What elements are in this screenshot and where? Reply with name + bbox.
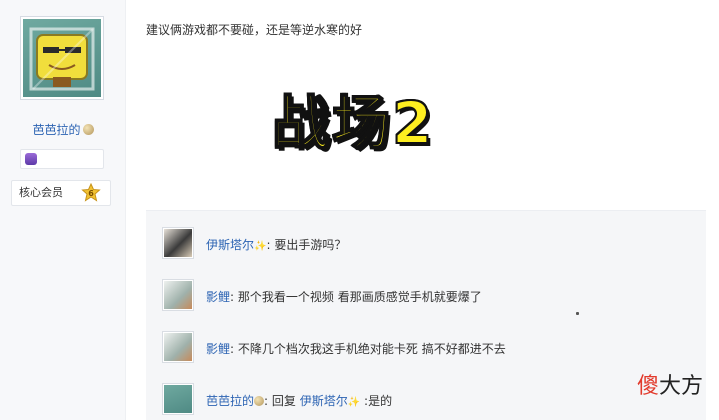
- reply-item: 影鲤: 不降几个档次我这手机绝对能卡死 搞不好都进不去: [162, 331, 692, 365]
- reply-separator: :: [266, 238, 271, 252]
- reply-avatar[interactable]: [162, 331, 194, 363]
- reply-target-username[interactable]: 伊斯塔尔: [300, 394, 348, 408]
- reply-item: 伊斯塔尔✨: 要出手游吗？: [162, 227, 692, 261]
- cursor-mark: [576, 312, 579, 315]
- reply-separator: :: [230, 342, 235, 356]
- watermark-part1: 傻: [636, 374, 659, 399]
- avatar-image: [23, 19, 101, 97]
- reply-username[interactable]: 芭芭拉的: [206, 394, 254, 408]
- reply-verb: 回复: [271, 394, 296, 408]
- reply-text: 那个我看一个视频 看那画质感觉手机就要爆了: [237, 290, 482, 304]
- sparkle-icon: ✨: [254, 241, 267, 252]
- reply-box: 伊斯塔尔✨: 要出手游吗？ 影鲤: 那个我看一个视频 看那画质感觉手机就要爆了 …: [146, 210, 706, 420]
- core-member-level-icon[interactable]: 6: [81, 182, 101, 203]
- reply-item: 影鲤: 那个我看一个视频 看那画质感觉手机就要爆了: [162, 279, 692, 313]
- level-badge-icon[interactable]: [25, 153, 37, 165]
- overlay-caption: 战场2: [271, 88, 435, 158]
- reply-username[interactable]: 影鲤: [206, 342, 230, 356]
- author-sidebar: 芭芭拉的 核心会员 6: [0, 0, 126, 420]
- author-username[interactable]: 芭芭拉的: [0, 121, 126, 138]
- watermark-part2: 大方: [658, 374, 703, 399]
- badge-row: [20, 149, 104, 169]
- reply-line: 芭芭拉的: 回复 伊斯塔尔✨ :是的: [206, 392, 392, 409]
- vip-coin-icon: [82, 124, 94, 135]
- reply-username[interactable]: 伊斯塔尔: [206, 238, 254, 252]
- reply-line: 影鲤: 那个我看一个视频 看那画质感觉手机就要爆了: [206, 288, 482, 305]
- reply-avatar[interactable]: [162, 227, 194, 259]
- reply-username[interactable]: 影鲤: [206, 290, 230, 304]
- core-level-number: 6: [88, 189, 94, 198]
- watermark: 傻大方: [637, 368, 703, 400]
- reply-separator: :: [230, 290, 235, 304]
- post-text: 建议俩游戏都不要碰，还是等逆水寒的好: [146, 23, 363, 37]
- reply-avatar[interactable]: [162, 383, 194, 415]
- reply-item: 芭芭拉的: 回复 伊斯塔尔✨ :是的: [162, 383, 692, 417]
- reply-line: 影鲤: 不降几个档次我这手机绝对能卡死 搞不好都进不去: [206, 340, 506, 357]
- reply-line: 伊斯塔尔✨: 要出手游吗？: [206, 236, 346, 253]
- reply-text: 是的: [368, 394, 393, 408]
- member-label: 核心会员: [19, 186, 63, 199]
- sparkle-icon: ✨: [347, 397, 361, 408]
- reply-separator-1: :: [264, 394, 269, 408]
- reply-text: 要出手游吗？: [274, 238, 347, 252]
- vip-coin-icon: [254, 396, 265, 406]
- reply-avatar[interactable]: [162, 279, 194, 311]
- author-avatar[interactable]: [20, 16, 104, 100]
- author-username-text[interactable]: 芭芭拉的: [32, 123, 80, 137]
- reply-separator: :: [360, 394, 369, 408]
- reply-text: 不降几个档次我这手机绝对能卡死 搞不好都进不去: [237, 342, 506, 356]
- member-level-box: 核心会员 6: [11, 180, 111, 206]
